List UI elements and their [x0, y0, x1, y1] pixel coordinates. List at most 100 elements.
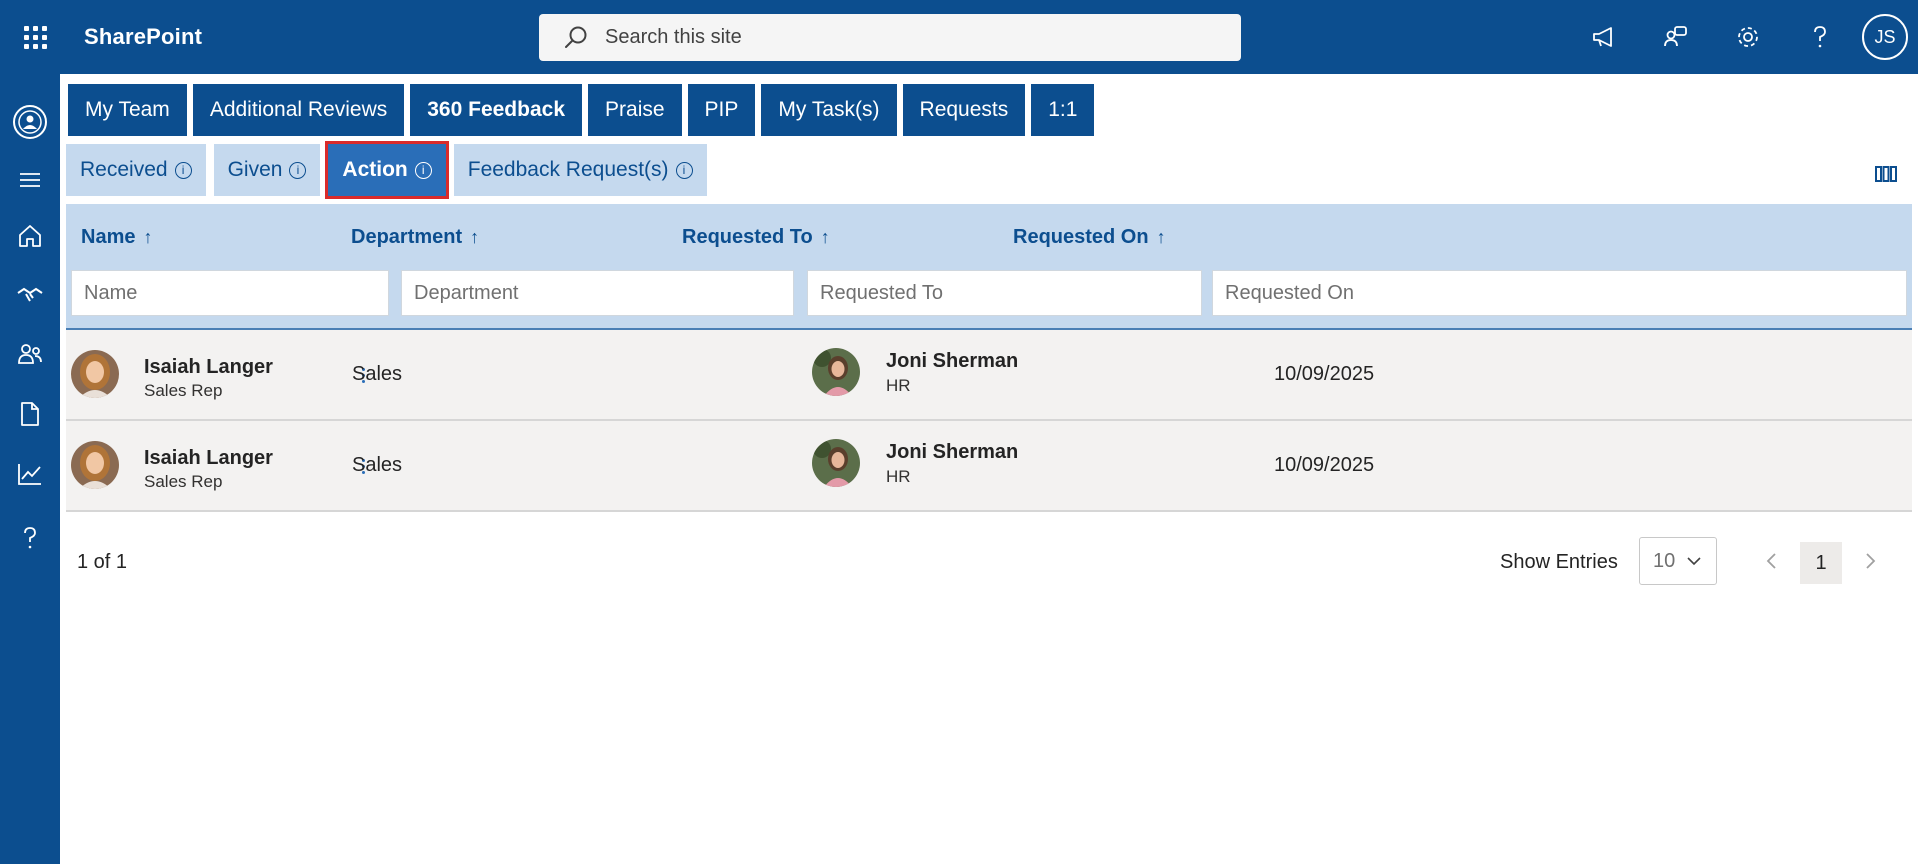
suite-bar: SharePoint Search this site JS [0, 0, 1918, 74]
table-body: Isaiah Langer Sales Rep Sales Joni Sherman H… [66, 330, 1912, 512]
sort-arrow-icon: ↑ [143, 227, 153, 247]
table-row[interactable]: Isaiah Langer Sales Rep Sales Joni Sherman H… [66, 330, 1912, 421]
requested-on-cell: 10/09/2025 [1274, 454, 1375, 476]
filter-name-input[interactable] [71, 270, 389, 316]
help-icon [24, 527, 36, 549]
filter-requested-to-input[interactable] [807, 270, 1202, 316]
department-cell: Sales [352, 363, 403, 385]
main-content: My Team Additional Reviews 360 Feedback Pra… [60, 74, 1918, 864]
rail-documents[interactable] [0, 386, 60, 442]
sort-arrow-icon: ↑ [470, 227, 480, 247]
info-icon[interactable]: i [414, 161, 432, 179]
waffle-icon [23, 25, 47, 49]
data-table: Name ↑ Department ↑ Requested To ↑ Reque… [66, 204, 1912, 512]
requested-to-name[interactable]: Joni Sherman [886, 441, 1018, 464]
rail-menu[interactable] [0, 152, 60, 208]
rail-people[interactable] [0, 326, 60, 382]
subtab-label: Feedback Request(s) [467, 158, 669, 181]
avatar [812, 439, 860, 487]
tab-1-1[interactable]: 1:1 [1031, 84, 1095, 136]
avatar [71, 441, 119, 489]
avatar [812, 348, 860, 396]
column-settings-button[interactable] [1874, 164, 1898, 189]
employee-name[interactable]: Isaiah Langer [144, 356, 273, 379]
tab-praise[interactable]: Praise [588, 84, 682, 136]
chart-icon [18, 464, 41, 485]
table-row[interactable]: Isaiah Langer Sales Rep Sales Joni Sherman H… [66, 421, 1912, 512]
columns-icon [1875, 166, 1897, 182]
requested-to-dept: HR [886, 467, 911, 486]
search-icon [565, 26, 587, 48]
help-icon [1814, 26, 1826, 48]
help-button[interactable] [1784, 0, 1856, 74]
left-rail [0, 74, 60, 864]
search-input[interactable] [605, 26, 1205, 49]
primary-tabs: My Team Additional Reviews 360 Feedback Pra… [68, 84, 1095, 136]
top-actions: JS [1568, 0, 1918, 74]
tab-requests[interactable]: Requests [902, 84, 1026, 136]
teams-chat-button[interactable] [1640, 0, 1712, 74]
entries-value: 10 [1653, 549, 1676, 572]
rail-home[interactable] [0, 208, 60, 264]
employee-title: Sales Rep [144, 472, 223, 491]
avatar [71, 350, 119, 398]
app-logo-icon [13, 105, 47, 139]
filter-requested-on-input[interactable] [1212, 270, 1907, 316]
header-requested-on[interactable]: Requested On ↑ [1013, 226, 1166, 249]
rail-help[interactable] [0, 510, 60, 566]
entries-select[interactable]: 10 [1639, 537, 1717, 585]
announcements-button[interactable] [1568, 0, 1640, 74]
rail-analytics[interactable] [0, 446, 60, 502]
rail-app-logo[interactable] [0, 94, 60, 150]
megaphone-icon [1593, 27, 1612, 47]
subtab-label: Action [342, 158, 408, 181]
next-page-button[interactable] [1856, 546, 1886, 576]
chevron-down-icon [1687, 557, 1701, 566]
employee-title: Sales Rep [144, 381, 223, 400]
people-chat-icon [1664, 26, 1687, 47]
subtab-action[interactable]: Action i [325, 141, 449, 199]
subtab-label: Received [80, 158, 168, 181]
people-icon [18, 344, 42, 364]
page-number-button[interactable]: 1 [1800, 542, 1842, 584]
requested-on-cell: 10/09/2025 [1274, 363, 1375, 385]
requested-to-dept: HR [886, 376, 911, 395]
previous-page-button[interactable] [1756, 546, 1786, 576]
info-icon[interactable]: i [174, 161, 192, 179]
header-department[interactable]: Department ↑ [351, 226, 479, 249]
tab-360-feedback[interactable]: 360 Feedback [410, 84, 583, 136]
subtab-given[interactable]: Given i [213, 144, 321, 196]
secondary-tabs: Received i Given i Action i Feedback Request(s… [66, 141, 707, 199]
subtab-received[interactable]: Received i [66, 144, 206, 196]
sort-arrow-icon: ↑ [1156, 227, 1166, 247]
gear-icon [1738, 27, 1758, 47]
info-icon[interactable]: i [289, 161, 307, 179]
header-name[interactable]: Name ↑ [81, 226, 152, 249]
page-summary: 1 of 1 [77, 551, 128, 573]
show-entries-label: Show Entries [1500, 551, 1618, 573]
sort-arrow-icon: ↑ [820, 227, 830, 247]
department-cell: Sales [352, 454, 403, 476]
subtab-label: Given [227, 158, 283, 181]
app-launcher-button[interactable] [0, 0, 70, 74]
employee-name[interactable]: Isaiah Langer [144, 447, 273, 470]
app-title[interactable]: SharePoint [84, 24, 202, 50]
tab-additional-reviews[interactable]: Additional Reviews [192, 84, 405, 136]
tab-my-team[interactable]: My Team [68, 84, 187, 136]
user-avatar-button[interactable]: JS [1862, 14, 1908, 60]
requested-to-name[interactable]: Joni Sherman [886, 350, 1018, 373]
document-icon [21, 402, 39, 426]
tab-my-task-s[interactable]: My Task(s) [761, 84, 897, 136]
table-header: Name ↑ Department ↑ Requested To ↑ Reque… [66, 204, 1912, 330]
home-icon [19, 225, 41, 247]
header-requested-to[interactable]: Requested To ↑ [682, 226, 830, 249]
handshake-icon [17, 287, 43, 302]
search-box[interactable] [539, 14, 1241, 61]
filter-department-input[interactable] [401, 270, 794, 316]
rail-feedback[interactable] [0, 266, 60, 322]
subtab-feedback-request-s[interactable]: Feedback Request(s) i [453, 144, 707, 196]
tab-pip[interactable]: PIP [687, 84, 756, 136]
hamburger-icon [20, 173, 40, 187]
settings-button[interactable] [1712, 0, 1784, 74]
info-icon[interactable]: i [675, 161, 693, 179]
